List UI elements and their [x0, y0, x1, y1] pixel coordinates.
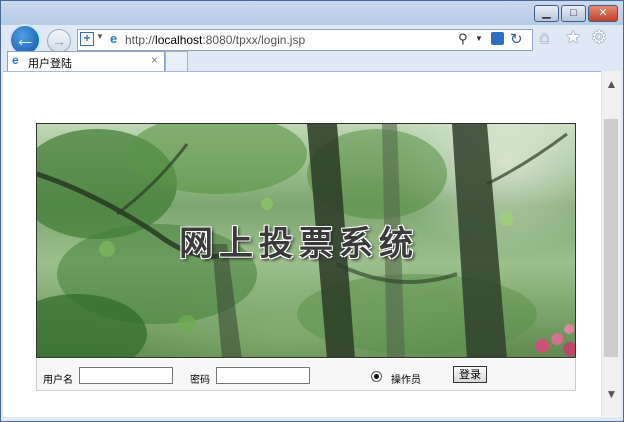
- tab-bar: e 用户登陆 ×: [1, 51, 623, 71]
- favorites-star-icon[interactable]: ★: [565, 27, 581, 48]
- compat-view-icon[interactable]: [491, 32, 504, 45]
- scroll-up-icon[interactable]: ▲: [602, 77, 621, 97]
- add-site-icon[interactable]: +: [80, 32, 94, 46]
- title-bar: ▁ □ ✕: [1, 1, 623, 25]
- role-radio-operator[interactable]: [371, 371, 382, 382]
- tab-title: 用户登陆: [28, 58, 72, 70]
- scroll-thumb[interactable]: [604, 119, 618, 357]
- ie-logo-icon: e: [110, 31, 118, 46]
- close-window-button[interactable]: ✕: [588, 5, 618, 22]
- new-tab-button[interactable]: [165, 51, 188, 71]
- scroll-down-icon[interactable]: ▼: [602, 387, 621, 407]
- password-input[interactable]: [216, 367, 310, 384]
- home-icon[interactable]: ⌂: [539, 27, 550, 48]
- page-viewport: 网上投票系统 用户名 密码 操作员 登录: [3, 71, 601, 417]
- vertical-scrollbar[interactable]: ▲ ▼: [601, 71, 621, 417]
- role-label: 操作员: [391, 375, 421, 386]
- forward-arrow-icon[interactable]: →: [47, 29, 71, 53]
- banner-title: 网上投票系统: [179, 224, 419, 264]
- login-form: 用户名 密码 操作员 登录: [36, 359, 576, 391]
- maximize-button[interactable]: □: [561, 5, 586, 22]
- url-text[interactable]: http://localhost:8080/tpxx/login.jsp: [125, 33, 305, 47]
- username-label: 用户名: [43, 375, 73, 386]
- tab-close-icon[interactable]: ×: [151, 53, 158, 67]
- chevron-down-icon[interactable]: ▼: [96, 32, 104, 41]
- navigation-bar: ← → + ▼ e http://localhost:8080/tpxx/log…: [1, 23, 623, 56]
- banner-image: 网上投票系统: [36, 123, 576, 358]
- settings-gear-icon[interactable]: ⚙: [591, 27, 607, 48]
- username-input[interactable]: [79, 367, 173, 384]
- browser-window: ▁ □ ✕ ← → + ▼ e http://localhost:8080/tp…: [0, 0, 624, 422]
- minimize-button[interactable]: ▁: [534, 5, 559, 22]
- search-dropdown-icon[interactable]: ▼: [475, 34, 483, 43]
- tab-login[interactable]: e 用户登陆 ×: [7, 51, 165, 71]
- ie-logo-icon: e: [12, 53, 19, 67]
- refresh-icon[interactable]: ↻: [510, 30, 523, 48]
- address-bar[interactable]: + ▼ e http://localhost:8080/tpxx/login.j…: [77, 29, 533, 51]
- login-button[interactable]: 登录: [453, 366, 487, 383]
- search-icon[interactable]: ⚲: [458, 31, 468, 47]
- password-label: 密码: [190, 375, 210, 386]
